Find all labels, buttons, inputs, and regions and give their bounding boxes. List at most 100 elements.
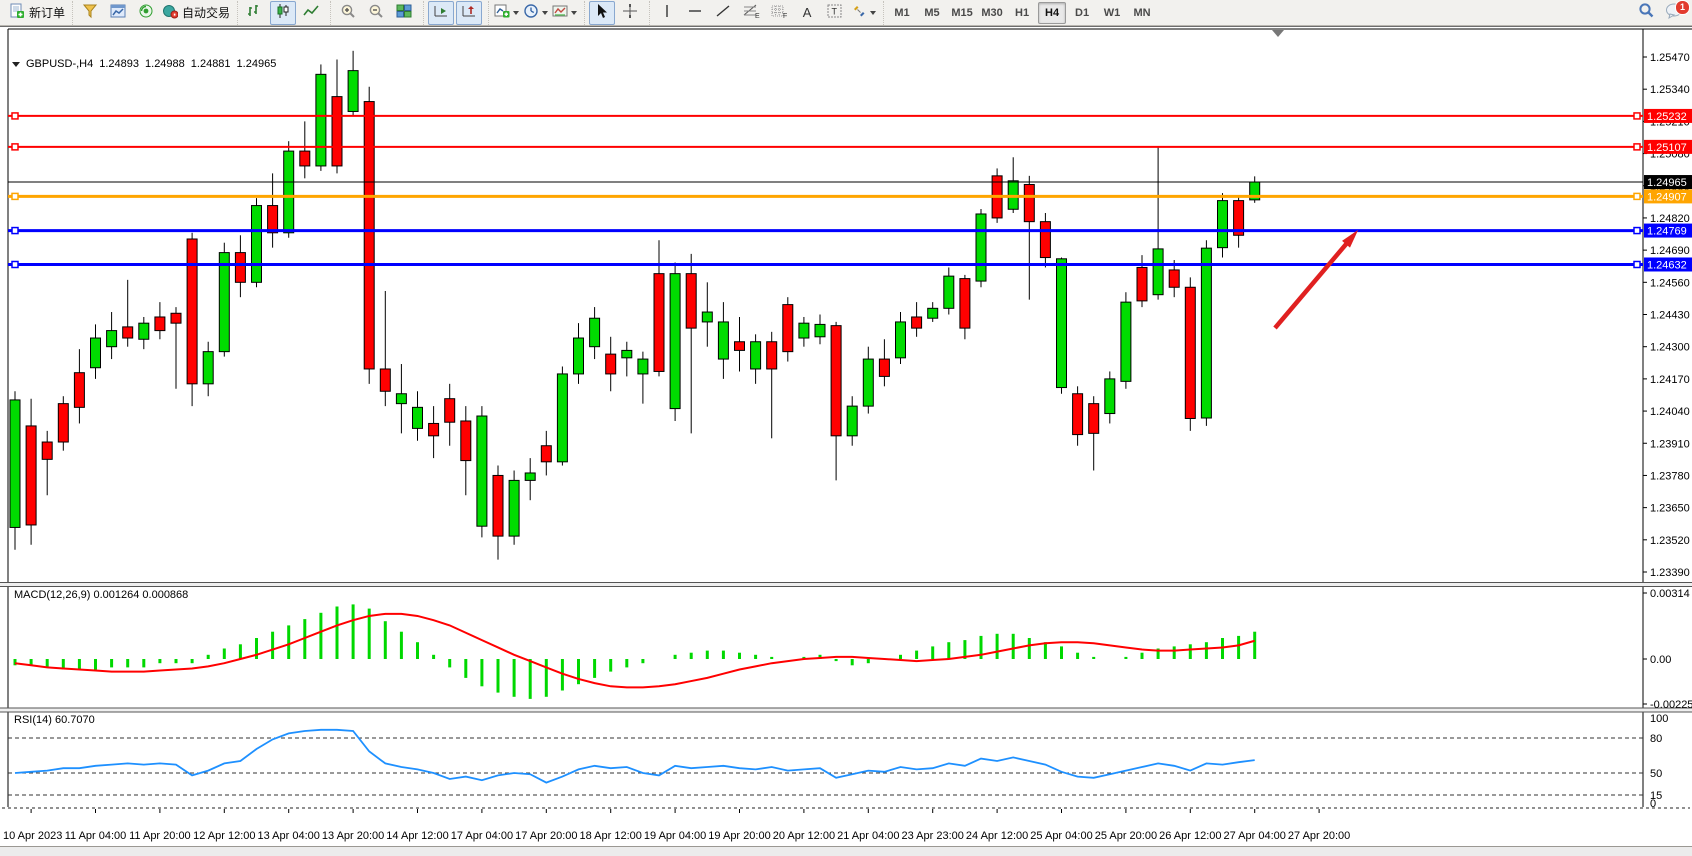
candle-body [284,151,294,233]
candle-body [1201,248,1211,418]
candlestick-chart-button[interactable] [270,1,296,25]
period-button-M5[interactable]: M5 [918,2,946,24]
candle-body [139,323,149,339]
candle-body [26,426,36,525]
rsi-panel[interactable]: 8050151000RSI(14) 60.7070 [8,713,1668,810]
zoom-out-button[interactable] [363,1,389,25]
price-axis[interactable]: 1.254701.253401.252101.250801.249501.248… [1643,52,1690,579]
period-button-MN[interactable]: MN [1128,2,1156,24]
fibonacci-icon: E [742,3,760,22]
new-order-label: 新订单 [29,4,65,21]
auto-scroll-button[interactable] [428,1,454,25]
line-handle[interactable] [1634,144,1640,150]
symbol-dropdown-icon[interactable] [12,62,20,67]
line-handle[interactable] [1634,228,1640,234]
indicators-button[interactable] [493,1,520,25]
arrows-button[interactable] [850,1,877,25]
chart-shift-button[interactable] [456,1,482,25]
period-button-W1[interactable]: W1 [1098,2,1126,24]
line-handle[interactable] [12,228,18,234]
line-handle[interactable] [1634,261,1640,267]
text-button[interactable]: A [794,1,820,25]
funnel-button[interactable] [77,1,103,25]
horizontal-line-object[interactable] [8,193,1643,199]
candle-body [413,407,423,428]
panel-splitter[interactable] [0,583,1692,587]
period-button-M1[interactable]: M1 [888,2,916,24]
crosshair-button[interactable] [617,1,643,25]
ohlc-high: 1.24988 [145,58,185,70]
chart-shift-marker[interactable] [1272,30,1284,37]
period-button-M15[interactable]: M15 [948,2,976,24]
vertical-line-button[interactable] [654,1,680,25]
macd-panel[interactable]: 0.003140.00-0.002258MACD(12,26,9) 0.0012… [14,588,1692,711]
indicators-caret-icon [513,11,519,15]
bar-chart-button[interactable] [242,1,268,25]
auto-trading-button[interactable]: 自动交易 [161,1,231,25]
horizontal-line-button[interactable] [682,1,708,25]
period-button-M30[interactable]: M30 [978,2,1006,24]
candle-body [461,421,471,461]
rsi-axis-label: 50 [1650,768,1662,780]
zoom-in-button[interactable] [335,1,361,25]
chart-shift-icon [461,3,477,22]
cursor-button[interactable] [589,1,615,25]
price-tick-label: 1.24690 [1650,245,1690,257]
line-handle[interactable] [12,261,18,267]
new-order-button[interactable]: 新订单 [8,1,66,25]
templates-button[interactable] [551,1,578,25]
panel-splitter[interactable] [0,708,1692,712]
chart-window-button[interactable] [105,1,131,25]
candle-body [735,342,745,351]
period-button-H1[interactable]: H1 [1008,2,1036,24]
line-handle[interactable] [12,144,18,150]
svg-text:F: F [783,13,787,19]
time-tick-label: 10 Apr 2023 [3,830,62,842]
signals-button[interactable] [133,1,159,25]
grid-icon: F [770,3,788,22]
horizontal-line-object[interactable] [8,113,1643,119]
period-button-D1[interactable]: D1 [1068,2,1096,24]
candle-body [91,338,101,368]
candle-body [58,404,68,442]
fibonacci-button[interactable]: E [738,1,764,25]
time-tick-label: 19 Apr 20:00 [708,830,770,842]
time-axis[interactable]: 10 Apr 202311 Apr 04:0011 Apr 20:0012 Ap… [2,808,1690,842]
chart-window-icon [110,3,126,22]
line-chart-button[interactable] [298,1,324,25]
tile-windows-button[interactable] [391,1,417,25]
trendline-button[interactable] [710,1,736,25]
candle-body [1169,270,1179,287]
candle-body [1121,302,1131,381]
price-tag: 1.25107 [1644,140,1692,154]
macd-axis-label: 0.00314 [1650,588,1690,600]
line-handle[interactable] [12,113,18,119]
vertical-line-icon [659,3,675,22]
chat-button[interactable]: 1 [1661,1,1687,25]
templates-caret-icon [571,11,577,15]
line-handle[interactable] [1634,193,1640,199]
candle-body [10,400,20,528]
chart-window[interactable]: GBPUSD-,H4 1.24893 1.24988 1.24881 1.249… [0,26,1692,848]
symbol-period-label: GBPUSD-,H4 [26,58,93,70]
arrow-object[interactable] [1275,230,1358,328]
search-button[interactable] [1633,1,1659,25]
time-tick-label: 23 Apr 23:00 [902,830,964,842]
cursor-icon [594,3,610,22]
horizontal-line-object[interactable] [8,144,1643,150]
candle-body [654,274,664,372]
price-tag: 1.24907 [1644,189,1692,203]
candle-body [203,352,213,384]
time-tick-label: 11 Apr 04:00 [65,830,127,842]
period-button-H4[interactable]: H4 [1038,2,1066,24]
periods-button[interactable] [522,1,549,25]
candle-body [638,359,648,374]
line-handle[interactable] [1634,113,1640,119]
candle-body [1057,259,1067,388]
candle-body [1024,185,1034,222]
grid-button[interactable]: F [766,1,792,25]
price-chart-canvas[interactable]: 1.254701.253401.252101.250801.249501.248… [0,27,1692,848]
time-tick-label: 11 Apr 20:00 [129,830,191,842]
line-handle[interactable] [12,193,18,199]
text-label-button[interactable]: T [822,1,848,25]
